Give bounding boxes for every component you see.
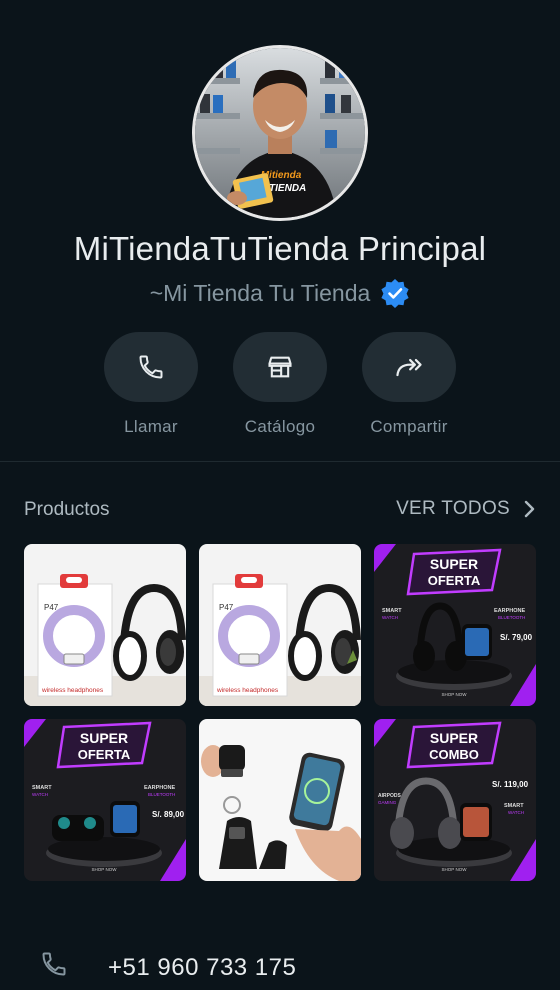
phone-icon [139,355,163,379]
powerbank-product-image [199,719,361,881]
product-tile-3[interactable]: SUPER OFERTA SMART WATCH EARPHONE BLUETO… [374,544,536,706]
contact-phone-number: +51 960 733 175 [108,954,297,981]
phone-icon [42,952,66,976]
promo-cta: SHOP NOW [92,867,118,872]
promo-headline-1: SUPER [430,730,478,746]
box-model-text: P47 [219,603,234,612]
product-tile-5[interactable] [199,719,361,881]
product-tile-6[interactable]: SUPER COMBO AIRPODS GAMING SMART WATCH S… [374,719,536,881]
promo-right-tag: SMART [504,803,524,809]
promo-left-tag2: WATCH [382,615,398,620]
catalog-button[interactable] [233,332,327,402]
see-all-button[interactable]: VER TODOS [396,498,536,520]
headphones-product-image: P47 wireless headphones [199,544,361,706]
catalog-label: Catálogo [244,417,316,436]
promo-product-image: SUPER COMBO AIRPODS GAMING SMART WATCH S… [374,719,536,881]
promo-price: S/. 89,00 [152,810,185,819]
headphones-product-image: P47 wireless headphones [24,544,186,706]
promo-product-image: SUPER OFERTA SMART WATCH EARPHONE BLUETO… [374,544,536,706]
call-action[interactable]: Llamar [81,332,221,437]
avatar-photo: Mitienda TUTIENDA [195,48,365,218]
verified-badge-icon [381,279,409,308]
promo-right-tag: EARPHONE [144,785,176,791]
promo-right-tag2: BLUETOOTH [148,792,175,797]
share-button[interactable] [362,332,456,402]
promo-right-tag2: WATCH [508,810,524,815]
product-tile-1[interactable]: P47 wireless headphones [24,544,186,706]
promo-headline-1: SUPER [80,730,128,746]
promo-left-tag2: GAMING [378,800,397,805]
profile-subtitle: ~Mi Tienda Tu Tienda [149,279,371,306]
profile-subtitle-row: ~Mi Tienda Tu Tienda [0,278,560,308]
promo-cta: SHOP NOW [442,692,468,697]
box-label-text: wireless headphones [41,687,104,694]
section-divider [0,461,560,462]
promo-price: S/. 119,00 [492,780,529,789]
promo-price: S/. 79,00 [500,633,533,642]
promo-left-tag: SMART [32,785,52,791]
profile-name: MiTiendaTuTienda Principal [73,230,487,267]
product-tile-4[interactable]: SUPER OFERTA SMART WATCH EARPHONE BLUETO… [24,719,186,881]
promo-left-tag2: WATCH [32,792,48,797]
contact-phone-row[interactable]: +51 960 733 175 [40,950,296,981]
products-title: Productos [24,499,110,520]
promo-cta: SHOP NOW [442,867,468,872]
product-tile-2[interactable]: P47 wireless headphones [199,544,361,706]
storefront-icon [268,356,292,378]
catalog-action[interactable]: Catálogo [210,332,350,437]
call-label: Llamar [124,417,178,436]
chevron-right-icon [524,500,535,518]
promo-product-image: SUPER OFERTA SMART WATCH EARPHONE BLUETO… [24,719,186,881]
business-profile-screen: Mitienda TUTIENDA MiTiendaTuTienda Princ… [0,0,560,990]
promo-headline-2: COMBO [429,747,479,762]
promo-headline-2: OFERTA [78,747,131,762]
promo-left-tag: AIRPODS [378,793,401,799]
call-button[interactable] [104,332,198,402]
share-icon [396,358,422,377]
promo-right-tag: EARPHONE [494,608,526,614]
profile-avatar[interactable]: Mitienda TUTIENDA [192,45,368,221]
box-label-text: wireless headphones [216,687,279,694]
share-label: Compartir [370,417,448,436]
see-all-label: VER TODOS [396,498,510,519]
share-action[interactable]: Compartir [339,332,479,437]
promo-right-tag2: BLUETOOTH [498,615,525,620]
promo-headline-2: OFERTA [428,573,481,588]
promo-left-tag: SMART [382,608,402,614]
promo-headline-1: SUPER [430,556,478,572]
box-model-text: P47 [44,603,59,612]
